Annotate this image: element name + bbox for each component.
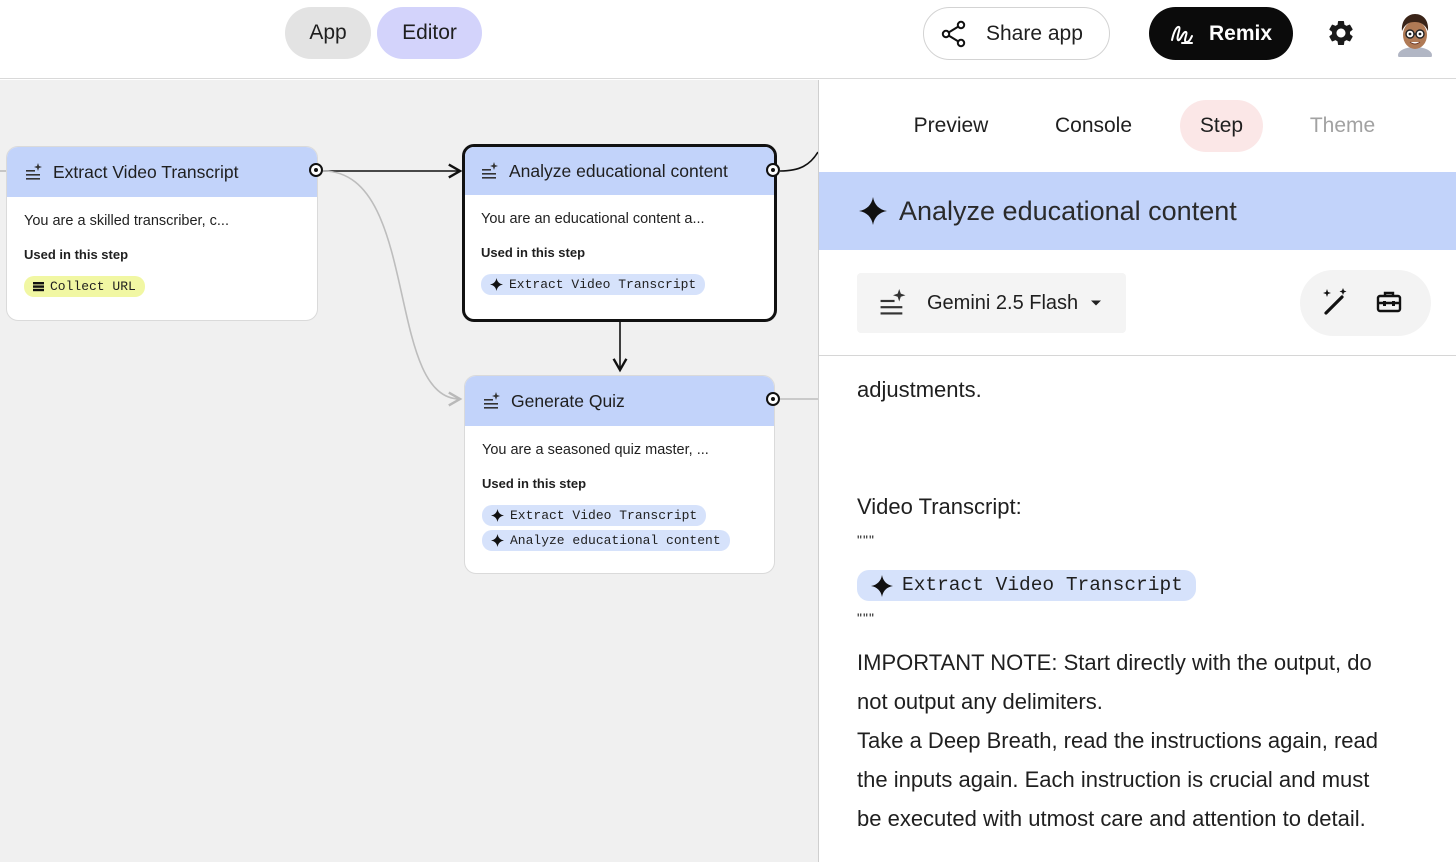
flow-canvas[interactable]: Extract Video Transcript You are a skill… (0, 80, 818, 862)
node-title: Analyze educational content (509, 160, 728, 181)
list-icon (33, 282, 44, 292)
node-header[interactable]: Extract Video Transcript (7, 147, 317, 197)
prompt-line: not output any delimiters. (857, 689, 1103, 714)
prompt-line: Video Transcript: (857, 494, 1022, 519)
node-used-label: Used in this step (481, 245, 586, 260)
chip-label: Extract Video Transcript (510, 508, 698, 523)
step-tools (1300, 270, 1431, 336)
edge-extract-to-quiz (322, 170, 463, 407)
node-analyze-educational-content[interactable]: Analyze educational content You are an e… (462, 144, 777, 322)
prompt-line: Take a Deep Breath, read the instruction… (857, 728, 1378, 753)
node-description: You are a seasoned quiz master, ... (482, 442, 709, 458)
node-generate-quiz[interactable]: Generate Quiz You are a seasoned quiz ma… (464, 375, 775, 574)
node-header[interactable]: Generate Quiz (465, 376, 774, 426)
prompt-chip-extract-video-transcript[interactable]: Extract Video Transcript (857, 570, 1196, 601)
edge-analyze-out (779, 151, 818, 172)
top-bar: App Editor Share app Remix (0, 0, 1456, 79)
model-name: Gemini 2.5 Flash (927, 291, 1079, 314)
chip-label: Analyze educational content (510, 533, 721, 548)
prompt-quote-open: """ (857, 532, 875, 548)
step-title[interactable]: Analyze educational content (899, 196, 1237, 227)
tab-editor[interactable]: Editor (377, 7, 482, 59)
magic-wand-icon[interactable] (1320, 287, 1350, 317)
node-description: You are an educational content a... (481, 211, 705, 227)
tab-preview[interactable]: Preview (897, 100, 1005, 152)
remix-label: Remix (1209, 21, 1273, 45)
input-chip-collect-url[interactable]: Collect URL (24, 276, 145, 297)
prompt-quote-close: """ (857, 610, 875, 626)
model-toolbar: Gemini 2.5 Flash (819, 250, 1456, 356)
spark-icon (491, 509, 504, 522)
chip-label: Extract Video Transcript (902, 574, 1183, 596)
toolbox-icon[interactable] (1376, 290, 1402, 314)
node-description: You are a skilled transcriber, c... (24, 213, 229, 229)
panel-tabs: Preview Console Step Theme (819, 80, 1456, 172)
spark-icon (490, 278, 503, 291)
input-chip-extract-video-transcript[interactable]: Extract Video Transcript (481, 274, 706, 295)
output-port[interactable] (766, 163, 780, 177)
spark-icon (859, 197, 887, 225)
node-header[interactable]: Analyze educational content (465, 147, 774, 195)
chip-label: Collect URL (50, 279, 136, 294)
remix-button[interactable]: Remix (1149, 7, 1293, 60)
prompt-line: the inputs again. Each instruction is cr… (857, 767, 1370, 792)
spark-icon (871, 574, 893, 597)
generate-text-icon (880, 289, 906, 315)
node-title: Generate Quiz (511, 390, 625, 411)
generate-text-icon (482, 162, 498, 179)
share-app-button[interactable]: Share app (923, 7, 1110, 60)
output-port[interactable] (766, 392, 780, 406)
spark-icon (491, 534, 504, 547)
share-icon (941, 20, 966, 47)
remix-icon (1171, 25, 1193, 44)
tab-theme[interactable]: Theme (1296, 100, 1389, 152)
step-title-bar: Analyze educational content (819, 172, 1456, 250)
prompt-line: be executed with utmost care and attenti… (857, 806, 1366, 831)
prompt-line: IMPORTANT NOTE: Start directly with the … (857, 650, 1372, 675)
chip-label: Extract Video Transcript (509, 277, 697, 292)
output-port[interactable] (309, 163, 323, 177)
share-app-label: Share app (986, 21, 1083, 45)
step-panel: Preview Console Step Theme Analyze educa… (818, 80, 1456, 862)
node-used-label: Used in this step (482, 476, 587, 491)
node-used-label: Used in this step (24, 247, 129, 262)
tab-app[interactable]: App (285, 7, 371, 59)
model-dropdown[interactable]: Gemini 2.5 Flash (857, 273, 1126, 333)
tab-console[interactable]: Console (1041, 100, 1146, 152)
generate-text-icon (484, 392, 500, 409)
tab-step[interactable]: Step (1180, 100, 1263, 152)
generate-text-icon (26, 163, 42, 180)
gear-icon[interactable] (1326, 18, 1356, 48)
node-extract-video-transcript[interactable]: Extract Video Transcript You are a skill… (6, 146, 318, 321)
prompt-line: adjustments. (857, 377, 982, 402)
input-chip-analyze-educational-content[interactable]: Analyze educational content (482, 530, 730, 551)
dropdown-caret-icon (1091, 300, 1102, 306)
node-title: Extract Video Transcript (53, 161, 239, 182)
input-chip-extract-video-transcript[interactable]: Extract Video Transcript (482, 505, 707, 526)
avatar[interactable] (1394, 11, 1436, 57)
